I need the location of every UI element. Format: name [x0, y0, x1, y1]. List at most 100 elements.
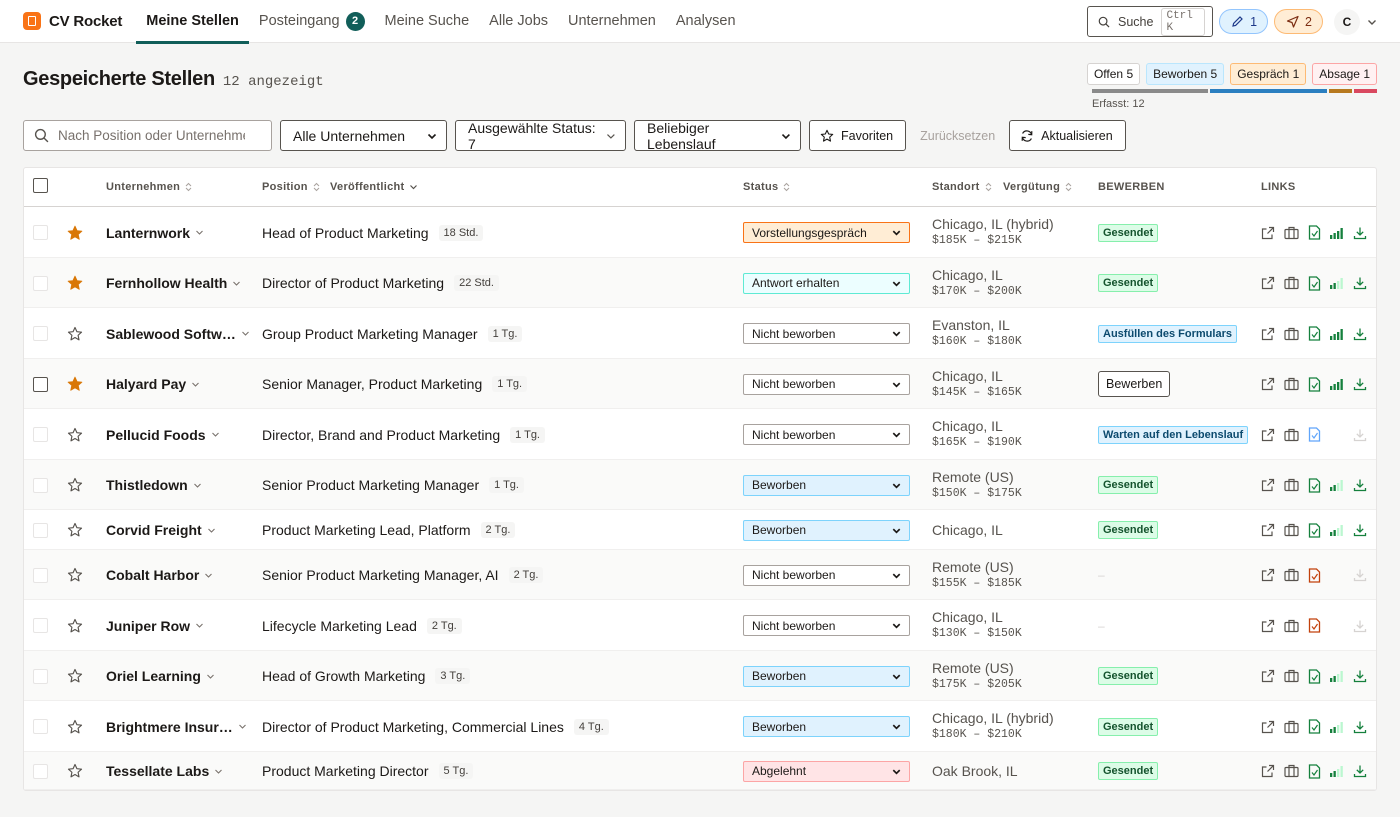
col-salary[interactable]: Vergütung	[1003, 181, 1073, 193]
col-company[interactable]: Unternehmen	[106, 181, 193, 193]
reset-filters-button[interactable]: Zurücksetzen	[914, 129, 1001, 143]
checkbox[interactable]	[33, 522, 48, 538]
resume-file-icon[interactable]	[1308, 326, 1321, 341]
chevron-down-icon[interactable]	[211, 430, 220, 439]
checkbox[interactable]	[33, 326, 48, 341]
checkbox[interactable]	[33, 427, 48, 442]
briefcase-icon[interactable]	[1284, 523, 1299, 537]
chevron-down-icon[interactable]	[1366, 16, 1378, 28]
status-select[interactable]: Nicht beworben	[743, 424, 910, 445]
table-row[interactable]: Sablewood Softw… Group Product Marketing…	[24, 308, 1376, 359]
chevron-down-icon[interactable]	[238, 722, 247, 731]
resume-filter-select[interactable]: Beliebiger Lebenslauf	[634, 120, 801, 152]
external-link-icon[interactable]	[1261, 478, 1275, 492]
briefcase-icon[interactable]	[1284, 720, 1299, 734]
status-select[interactable]: Beworben	[743, 519, 910, 541]
position-cell[interactable]: Group Product Marketing Manager 1 Tg.	[262, 308, 523, 359]
resume-file-icon[interactable]	[1308, 275, 1321, 291]
star-filled-icon[interactable]	[67, 275, 83, 291]
company-cell[interactable]: Oriel Learning	[106, 651, 215, 701]
briefcase-icon[interactable]	[1284, 428, 1299, 442]
status-select[interactable]: Nicht beworben	[743, 323, 910, 344]
position-cell[interactable]: Director of Product Marketing 22 Std.	[262, 258, 499, 308]
table-row[interactable]: Cobalt Harbor Senior Product Marketing M…	[24, 550, 1376, 600]
status-select[interactable]: Beworben	[743, 665, 910, 687]
status-pill-offen[interactable]: Offen 5	[1086, 63, 1141, 85]
company-cell[interactable]: Corvid Freight	[106, 510, 216, 550]
star-filled-icon[interactable]	[67, 376, 83, 392]
drafts-pill[interactable]: 1	[1219, 9, 1269, 34]
resume-file-icon[interactable]	[1308, 567, 1321, 583]
download-icon[interactable]	[1353, 276, 1367, 290]
external-link-icon[interactable]	[1261, 568, 1275, 582]
favorite-toggle[interactable]	[67, 207, 83, 258]
select-all-checkbox[interactable]	[33, 178, 48, 193]
company-cell[interactable]: Lanternwork	[106, 207, 204, 258]
status-select[interactable]: Beworben	[743, 716, 910, 737]
table-row[interactable]: Brightmere Insur… Director of Product Ma…	[24, 701, 1376, 752]
status-select[interactable]: Nicht beworben	[743, 373, 910, 395]
resume-file-icon[interactable]	[1308, 668, 1321, 684]
row-select[interactable]	[33, 308, 48, 359]
position-search-input[interactable]: Nach Position oder Unternehmen	[23, 120, 272, 151]
external-link-icon[interactable]	[1261, 377, 1275, 391]
chevron-down-icon[interactable]	[193, 481, 202, 490]
chevron-down-icon[interactable]	[206, 672, 215, 681]
star-outline-icon[interactable]	[67, 567, 83, 583]
external-link-icon[interactable]	[1261, 428, 1275, 442]
download-icon[interactable]	[1353, 669, 1367, 683]
chevron-down-icon[interactable]	[241, 329, 250, 338]
company-cell[interactable]: Brightmere Insur…	[106, 701, 247, 752]
row-select[interactable]	[33, 550, 48, 600]
download-icon[interactable]	[1353, 764, 1367, 778]
table-row[interactable]: Tessellate Labs Product Marketing Direct…	[24, 752, 1376, 790]
favorite-toggle[interactable]	[67, 308, 83, 359]
external-link-icon[interactable]	[1261, 669, 1275, 683]
favorite-toggle[interactable]	[67, 752, 83, 790]
status-select[interactable]: Abgelehnt	[743, 760, 910, 782]
company-cell[interactable]: Sablewood Softw…	[106, 308, 250, 359]
company-cell[interactable]: Cobalt Harbor	[106, 550, 213, 600]
external-link-icon[interactable]	[1261, 226, 1275, 240]
download-icon[interactable]	[1353, 568, 1367, 582]
download-icon[interactable]	[1353, 523, 1367, 537]
external-link-icon[interactable]	[1261, 720, 1275, 734]
position-cell[interactable]: Lifecycle Marketing Lead 2 Tg.	[262, 600, 462, 651]
row-select[interactable]	[33, 510, 48, 550]
table-row[interactable]: Lanternwork Head of Product Marketing 18 …	[24, 207, 1376, 258]
chevron-down-icon[interactable]	[232, 279, 241, 288]
chevron-down-icon[interactable]	[204, 571, 213, 580]
favorites-button[interactable]: Favoriten	[809, 120, 907, 151]
position-cell[interactable]: Senior Product Marketing Manager 1 Tg.	[262, 460, 524, 510]
row-select[interactable]	[33, 752, 48, 790]
checkbox[interactable]	[33, 376, 48, 392]
favorite-toggle[interactable]	[67, 359, 83, 409]
brand[interactable]: CV Rocket	[23, 12, 122, 30]
row-select[interactable]	[33, 359, 48, 409]
briefcase-icon[interactable]	[1284, 226, 1299, 240]
checkbox[interactable]	[33, 275, 48, 291]
briefcase-icon[interactable]	[1284, 327, 1299, 341]
refresh-button[interactable]: Aktualisieren	[1009, 120, 1126, 151]
favorite-toggle[interactable]	[67, 651, 83, 701]
chevron-down-icon[interactable]	[191, 380, 200, 389]
star-outline-icon[interactable]	[67, 522, 83, 538]
status-select[interactable]: Antwort erhalten	[743, 272, 910, 294]
star-outline-icon[interactable]	[67, 618, 83, 634]
company-cell[interactable]: Tessellate Labs	[106, 752, 223, 790]
external-link-icon[interactable]	[1261, 327, 1275, 341]
favorite-toggle[interactable]	[67, 409, 83, 460]
star-outline-icon[interactable]	[67, 719, 83, 735]
position-cell[interactable]: Director, Brand and Product Marketing 1 T…	[262, 409, 545, 460]
tab-analysen[interactable]: Analysen	[666, 0, 746, 43]
col-location[interactable]: Standort	[932, 181, 993, 193]
row-select[interactable]	[33, 207, 48, 258]
resume-file-icon[interactable]	[1308, 618, 1321, 633]
table-row[interactable]: Oriel Learning Head of Growth Marketing 3…	[24, 651, 1376, 701]
col-published[interactable]: Veröffentlicht	[330, 181, 418, 193]
position-cell[interactable]: Product Marketing Director 5 Tg.	[262, 752, 474, 790]
favorite-toggle[interactable]	[67, 510, 83, 550]
company-cell[interactable]: Pellucid Foods	[106, 409, 220, 460]
row-select[interactable]	[33, 600, 48, 651]
table-row[interactable]: Halyard Pay Senior Manager, Product Mark…	[24, 359, 1376, 409]
